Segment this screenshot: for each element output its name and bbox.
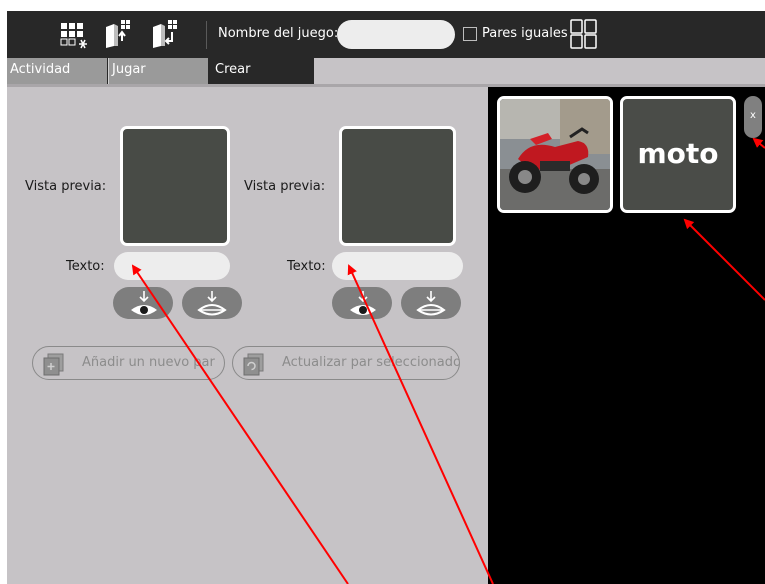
- text-label: Texto:: [66, 259, 105, 274]
- update-pair-label: Actualizar par seleccionado: [282, 355, 460, 370]
- toolbar: Nombre del juego: Pares iguales: [7, 11, 765, 58]
- equal-pairs-checkbox[interactable]: [463, 27, 477, 41]
- load-image-icon: [350, 291, 376, 315]
- equal-pairs-label: Pares iguales: [482, 26, 568, 41]
- load-image-button-2[interactable]: [332, 287, 392, 319]
- game-name-label: Nombre del juego:: [218, 26, 339, 41]
- tab-actividad[interactable]: Actividad: [7, 58, 107, 84]
- update-pair-icon: [242, 352, 266, 379]
- delete-pair-button[interactable]: x: [744, 96, 762, 138]
- record-audio-button-1[interactable]: [182, 287, 242, 319]
- preview-image-2[interactable]: [339, 126, 456, 246]
- record-audio-icon: [197, 291, 227, 316]
- add-pair-button[interactable]: Añadir un nuevo par: [32, 346, 225, 380]
- toolbar-separator: [206, 21, 207, 49]
- export-icon[interactable]: [103, 19, 135, 53]
- preview-label: Vista previa:: [25, 179, 107, 194]
- pairs-gallery: moto x: [488, 87, 765, 584]
- gallery-item-word: moto: [637, 137, 719, 170]
- grid-new-icon[interactable]: [59, 21, 87, 53]
- text-input-1[interactable]: [114, 252, 230, 280]
- app-window: Nombre del juego: Pares iguales Activida…: [0, 0, 765, 584]
- game-name-input[interactable]: [337, 20, 455, 49]
- gallery-item-image[interactable]: [497, 96, 613, 213]
- tab-crear[interactable]: Crear: [209, 58, 314, 84]
- preview-label: Vista previa:: [244, 179, 326, 194]
- load-image-icon: [131, 291, 157, 315]
- import-icon[interactable]: [150, 19, 182, 53]
- update-pair-button[interactable]: Actualizar par seleccionado: [232, 346, 460, 380]
- tab-jugar[interactable]: Jugar: [108, 58, 208, 84]
- record-audio-button-2[interactable]: [401, 287, 461, 319]
- tab-bar: Actividad Jugar Crear: [7, 58, 765, 84]
- gallery-item-text[interactable]: moto: [620, 96, 736, 213]
- motorcycle-photo: [500, 99, 610, 210]
- load-image-button-1[interactable]: [113, 287, 173, 319]
- layout-grid-icon[interactable]: [569, 18, 599, 54]
- record-audio-icon: [416, 291, 446, 316]
- preview-image-1[interactable]: [120, 126, 230, 246]
- text-label: Texto:: [287, 259, 326, 274]
- add-pair-label: Añadir un nuevo par: [82, 355, 215, 370]
- pair-editor-panel: Vista previa: Texto: Vista previa: Texto…: [7, 87, 488, 584]
- add-pair-icon: [42, 352, 66, 379]
- text-input-2[interactable]: [332, 252, 463, 280]
